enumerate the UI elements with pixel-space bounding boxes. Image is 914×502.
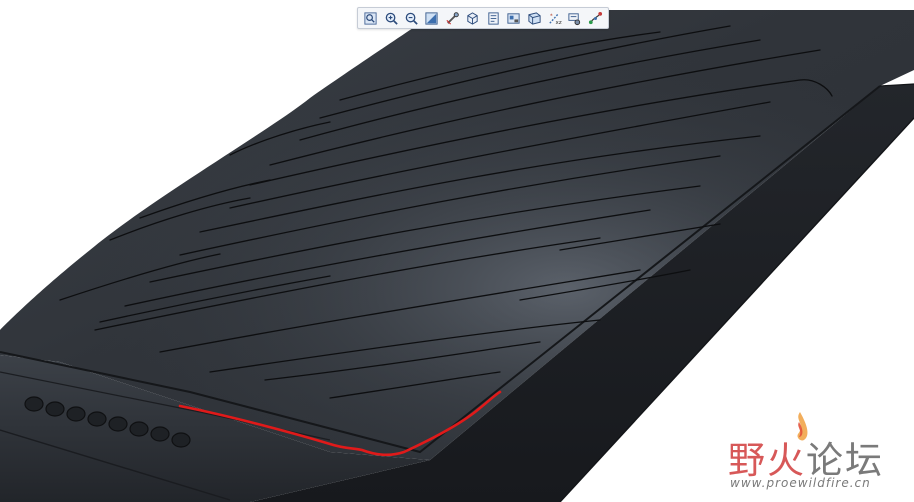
spin-center-button[interactable] <box>443 9 462 27</box>
svg-text:xz: xz <box>555 20 561 26</box>
svg-text:*: * <box>550 13 553 19</box>
spin-center-icon <box>446 11 459 25</box>
display-style-icon <box>467 11 478 25</box>
view-manager-icon <box>507 12 520 24</box>
saved-orientations-button[interactable] <box>484 9 503 27</box>
repaint-icon <box>425 11 439 25</box>
refit-button[interactable] <box>361 9 380 27</box>
view-manager-button[interactable] <box>504 9 523 27</box>
refit-icon <box>364 11 377 25</box>
spin-tool-icon <box>588 11 602 24</box>
datum-display-button[interactable]: * xz <box>545 9 564 27</box>
perspective-view-button[interactable] <box>524 9 543 27</box>
annotation-display-icon <box>568 12 581 25</box>
vent-slot <box>87 411 107 427</box>
display-style-button[interactable] <box>463 9 482 27</box>
perspective-view-icon <box>527 11 541 25</box>
graphics-viewport[interactable]: * xz 野火论坛 www.proewildfire.cn <box>0 0 914 502</box>
vent-slot <box>24 396 44 412</box>
zoom-in-icon <box>385 12 398 25</box>
datum-display-icon: *xz <box>549 12 562 26</box>
saved-orientations-icon <box>488 11 499 25</box>
watermark-url: www.proewildfire.cn <box>730 476 871 490</box>
forum-watermark: 野火论坛 www.proewildfire.cn <box>722 410 902 494</box>
view-toolbar: * xz <box>357 7 609 29</box>
vent-slot <box>171 432 191 448</box>
vent-slot <box>45 401 65 417</box>
vent-slot <box>129 421 149 437</box>
zoom-out-button[interactable] <box>402 9 421 27</box>
vent-slot <box>150 426 170 442</box>
vent-slot <box>108 416 128 432</box>
zoom-in-button[interactable] <box>381 9 400 27</box>
vent-slot <box>66 406 86 422</box>
annotation-display-button[interactable] <box>565 9 584 27</box>
spin-tool-button[interactable] <box>586 9 605 27</box>
repaint-button[interactable] <box>422 9 441 27</box>
zoom-out-icon <box>405 12 418 25</box>
